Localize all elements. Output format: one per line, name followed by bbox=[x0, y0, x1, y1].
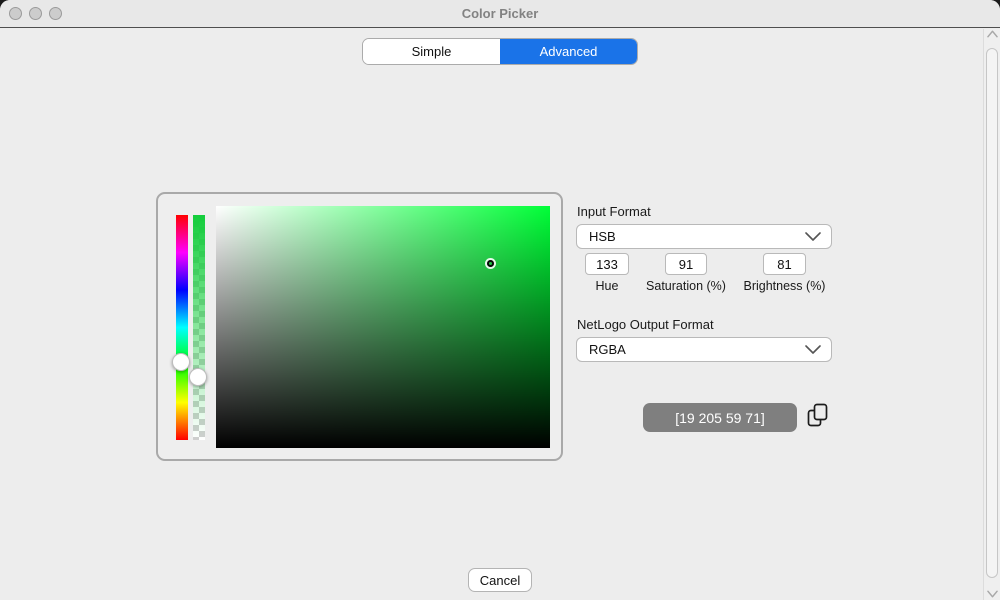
scroll-down-icon[interactable] bbox=[987, 590, 998, 598]
chevron-down-icon bbox=[805, 345, 821, 355]
tab-advanced[interactable]: Advanced bbox=[500, 39, 637, 64]
brightness-field-group: Brightness (%) bbox=[736, 253, 833, 293]
hue-field-group: Hue bbox=[577, 253, 637, 293]
scrollbar-thumb[interactable] bbox=[986, 48, 998, 578]
output-format-value: RGBA bbox=[589, 342, 626, 357]
alpha-slider-thumb[interactable] bbox=[189, 368, 207, 386]
window-title: Color Picker bbox=[0, 0, 1000, 28]
color-picker-window: Color Picker Simple Advanced Input Forma… bbox=[0, 0, 1000, 600]
saturation-field-group: Saturation (%) bbox=[636, 253, 736, 293]
netlogo-color-value-button[interactable]: [19 205 59 71] bbox=[643, 403, 797, 432]
hue-slider-thumb[interactable] bbox=[172, 353, 190, 371]
copy-icon bbox=[806, 402, 830, 429]
titlebar: Color Picker bbox=[0, 0, 1000, 28]
saturation-input-label: Saturation (%) bbox=[636, 279, 736, 293]
chevron-down-icon bbox=[805, 232, 821, 242]
scroll-up-icon[interactable] bbox=[987, 30, 998, 38]
input-format-label: Input Format bbox=[577, 204, 651, 219]
color-selection-marker[interactable] bbox=[487, 260, 494, 267]
saturation-input[interactable] bbox=[665, 253, 707, 275]
scrollbar[interactable] bbox=[983, 29, 1000, 600]
mode-toggle: Simple Advanced bbox=[362, 38, 638, 65]
copy-button[interactable] bbox=[805, 402, 831, 432]
alpha-slider[interactable] bbox=[193, 215, 205, 440]
brightness-input[interactable] bbox=[763, 253, 806, 275]
hue-input[interactable] bbox=[585, 253, 629, 275]
output-format-label: NetLogo Output Format bbox=[577, 317, 714, 332]
output-format-select[interactable]: RGBA bbox=[576, 337, 832, 362]
cancel-button[interactable]: Cancel bbox=[468, 568, 532, 592]
brightness-input-label: Brightness (%) bbox=[736, 279, 833, 293]
hue-input-label: Hue bbox=[577, 279, 637, 293]
input-format-value: HSB bbox=[589, 229, 616, 244]
input-format-select[interactable]: HSB bbox=[576, 224, 832, 249]
tab-simple[interactable]: Simple bbox=[363, 39, 500, 64]
color-picker-panel bbox=[156, 192, 563, 461]
hue-slider[interactable] bbox=[176, 215, 188, 440]
saturation-brightness-field[interactable] bbox=[216, 206, 550, 448]
